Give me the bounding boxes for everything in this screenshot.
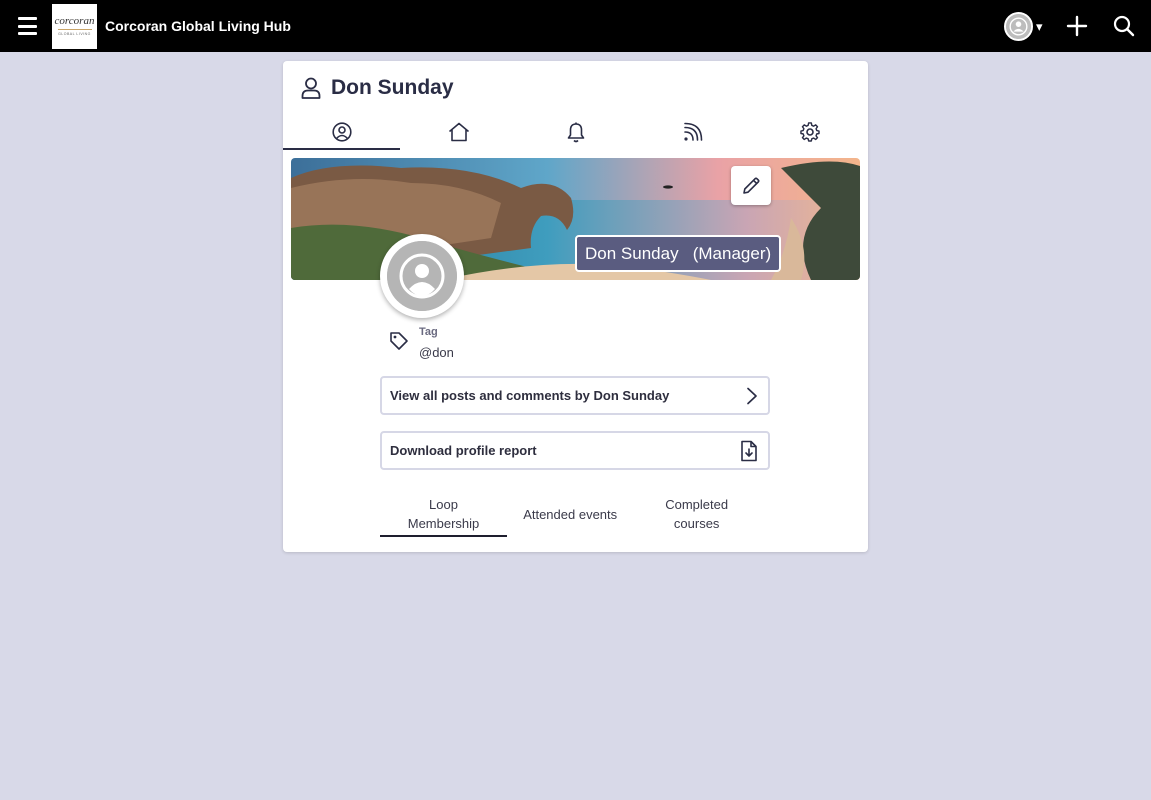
profile-card: Don Sunday Don Sunday (Manager) Tag @don…: [283, 61, 868, 552]
subtab-attended-events[interactable]: Attended events: [507, 491, 633, 537]
file-download-icon: [741, 440, 757, 461]
tab-notifications[interactable]: [517, 113, 634, 151]
profile-name-heading: Don Sunday: [331, 76, 454, 99]
gear-icon: [799, 122, 820, 142]
subtab-completed-courses[interactable]: Completed courses: [633, 491, 760, 537]
tab-profile[interactable]: [283, 113, 400, 151]
download-report-label: Download profile report: [390, 443, 537, 458]
profile-subtabs: Loop Membership Attended events Complete…: [380, 491, 760, 537]
user-menu-button[interactable]: ▾: [1004, 12, 1043, 41]
rss-feed-icon: [683, 122, 702, 141]
avatar-placeholder-icon: [387, 241, 457, 311]
tab-settings[interactable]: [751, 113, 868, 151]
edit-banner-button[interactable]: [731, 166, 771, 205]
hamburger-icon[interactable]: [18, 17, 37, 35]
view-posts-label: View all posts and comments by Don Sunda…: [390, 388, 670, 403]
logo-subtext: GLOBAL LIVING: [58, 32, 91, 36]
plus-icon[interactable]: [1066, 15, 1088, 37]
app-title[interactable]: Corcoran Global Living Hub: [105, 18, 291, 34]
view-posts-button[interactable]: View all posts and comments by Don Sunda…: [380, 376, 770, 415]
tab-feed[interactable]: [634, 113, 751, 151]
app-logo[interactable]: corcoran GLOBAL LIVING: [52, 4, 97, 49]
logo-text: corcoran: [54, 15, 95, 27]
user-avatar-icon: [1004, 12, 1033, 41]
user-circle-icon: [331, 122, 352, 142]
search-icon[interactable]: [1113, 15, 1135, 37]
tag-icon: [390, 332, 408, 350]
page-title: Don Sunday: [301, 76, 454, 100]
download-report-button[interactable]: Download profile report: [380, 431, 770, 470]
user-icon: [301, 77, 321, 99]
profile-tabs: [283, 113, 868, 151]
top-navigation-bar: corcoran GLOBAL LIVING Corcoran Global L…: [0, 0, 1151, 52]
bell-icon: [567, 122, 584, 142]
tag-label: Tag: [419, 326, 438, 338]
tag-value: @don: [419, 345, 454, 360]
subtab-loop-membership[interactable]: Loop Membership: [380, 491, 507, 537]
home-icon: [448, 122, 469, 142]
chevron-down-icon: ▾: [1036, 18, 1043, 34]
name-role-badge: Don Sunday (Manager): [575, 235, 782, 272]
tab-home[interactable]: [400, 113, 517, 151]
chevron-right-icon: [747, 387, 757, 404]
profile-avatar[interactable]: [380, 234, 464, 318]
pencil-icon: [743, 177, 760, 194]
